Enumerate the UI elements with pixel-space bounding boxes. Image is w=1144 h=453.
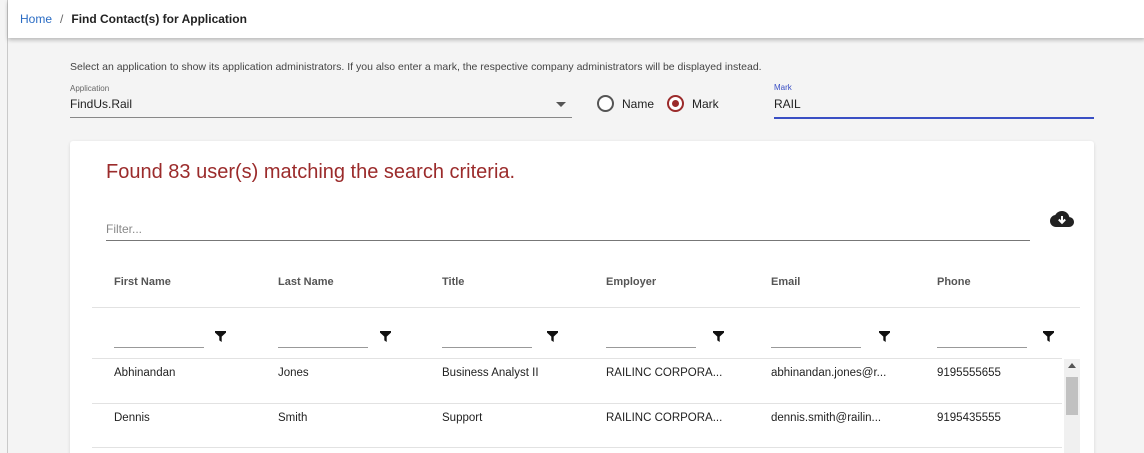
column-header-last-name[interactable]: Last Name — [278, 276, 334, 288]
table-cell: RAILINC CORPORA... — [606, 367, 723, 379]
column-filter-last-name[interactable] — [278, 323, 368, 348]
table-cell: Abhinandan — [114, 367, 176, 379]
funnel-icon[interactable] — [713, 331, 724, 342]
table-scrollbar[interactable] — [1064, 359, 1080, 453]
breadcrumb-separator: / — [60, 12, 64, 26]
results-card: Found 83 user(s) matching the search cri… — [70, 141, 1094, 453]
radio-name[interactable]: Name — [597, 95, 654, 112]
table-cell: Dennis — [114, 412, 150, 424]
funnel-icon[interactable] — [879, 331, 890, 342]
radio-mark-label: Mark — [692, 96, 719, 111]
funnel-icon[interactable] — [380, 331, 391, 342]
row-divider — [92, 358, 1062, 359]
scroll-thumb[interactable] — [1066, 377, 1078, 415]
column-header-first-name[interactable]: First Name — [114, 276, 171, 288]
table-cell: 9195555655 — [937, 367, 1001, 379]
application-select[interactable]: FindUs.Rail — [70, 94, 572, 118]
radio-mark[interactable]: Mark — [667, 95, 719, 112]
column-filter-email[interactable] — [771, 323, 861, 348]
table-cell: abhinandan.jones@r... — [771, 367, 887, 379]
column-filter-phone[interactable] — [937, 323, 1027, 348]
scroll-up-arrow-icon[interactable] — [1068, 363, 1076, 368]
chevron-down-icon — [556, 102, 566, 107]
table-cell: Jones — [278, 367, 309, 379]
table-cell: dennis.smith@railin... — [771, 412, 882, 424]
column-header-email[interactable]: Email — [771, 276, 800, 288]
funnel-icon[interactable] — [1043, 331, 1054, 342]
column-filter-title[interactable] — [442, 323, 532, 348]
column-header-phone[interactable]: Phone — [937, 276, 971, 288]
application-label: Application — [70, 84, 110, 93]
table-cell: Support — [442, 412, 483, 424]
column-filter-first-name[interactable] — [114, 323, 204, 348]
radio-mark-circle[interactable] — [667, 95, 684, 112]
column-header-title[interactable]: Title — [442, 276, 464, 288]
breadcrumb-current: Find Contact(s) for Application — [71, 12, 247, 26]
mark-label: Mark — [774, 83, 792, 92]
row-divider — [92, 403, 1062, 404]
radio-name-label: Name — [622, 96, 655, 111]
breadcrumb-home-link[interactable]: Home — [20, 12, 52, 26]
results-message: Found 83 user(s) matching the search cri… — [106, 161, 516, 183]
mark-input[interactable] — [774, 94, 1094, 119]
column-filter-employer[interactable] — [606, 323, 696, 348]
table-cell: RAILINC CORPORA... — [606, 412, 723, 424]
filter-input[interactable] — [106, 211, 1030, 241]
application-selected-value: FindUs.Rail — [70, 97, 133, 111]
instructions-text: Select an application to show its applic… — [70, 61, 762, 73]
radio-name-circle[interactable] — [597, 95, 614, 112]
row-divider — [92, 447, 1062, 448]
table-cell: 9195435555 — [937, 412, 1001, 424]
table-cell: Smith — [278, 412, 308, 424]
header-divider — [92, 307, 1080, 308]
breadcrumb: Home / Find Contact(s) for Application — [8, 0, 1144, 38]
column-header-employer[interactable]: Employer — [606, 276, 656, 288]
app-frame: Home / Find Contact(s) for Application S… — [7, 0, 1144, 453]
cloud-download-icon[interactable] — [1050, 209, 1074, 229]
table-cell: Business Analyst II — [442, 367, 539, 379]
funnel-icon[interactable] — [547, 331, 558, 342]
funnel-icon[interactable] — [215, 331, 226, 342]
